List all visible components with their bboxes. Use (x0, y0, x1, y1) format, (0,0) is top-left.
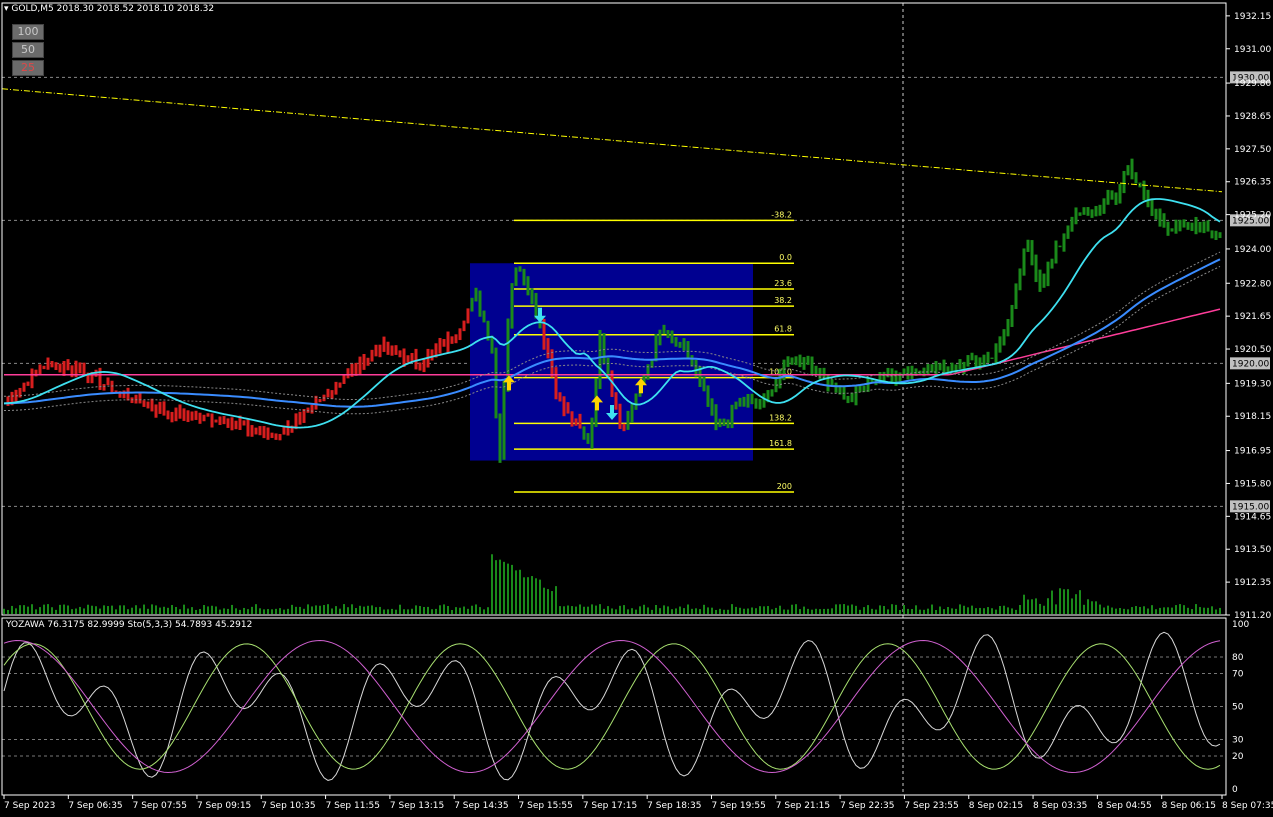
price-chart[interactable]: -38.20.023.638.261.8100.0138.2161.8200 1… (0, 0, 1273, 817)
lot-buttons: 100 50 25 (12, 24, 44, 76)
time-tick-label: 7 Sep 11:55 (326, 801, 380, 811)
time-tick-label: 7 Sep 14:35 (454, 801, 508, 811)
time-tick-label: 8 Sep 06:15 (1162, 801, 1216, 811)
stochastic-signal-line (3, 643, 1221, 770)
time-tick-label: 8 Sep 03:35 (1033, 801, 1087, 811)
lot-50-button[interactable]: 50 (12, 42, 44, 58)
lot-25-button[interactable]: 25 (12, 60, 44, 76)
fib-label: 0.0 (779, 253, 792, 262)
fib-label: 200 (777, 482, 792, 491)
stochastic-main-line (3, 631, 1221, 781)
price-tick-label: 1918.15 (1234, 412, 1271, 422)
price-tick-label: 1914.65 (1234, 512, 1271, 522)
osc-level-label: 80 (1232, 653, 1244, 663)
price-tick-label: 1916.95 (1234, 447, 1271, 457)
price-tick-label: 1929.80 (1234, 79, 1271, 89)
oscillator-pane: 100 80 70 50 30 20 0 (2, 620, 1249, 795)
time-tick-label: 7 Sep 07:55 (133, 801, 187, 811)
time-tick-label: 7 Sep 06:35 (68, 801, 122, 811)
fib-label: 61.8 (774, 325, 792, 334)
price-tick-label: 1925.20 (1234, 211, 1271, 221)
price-level-label: 1920.00 (1232, 359, 1269, 369)
fib-label: 138.2 (769, 413, 792, 422)
time-tick-label: 7 Sep 23:55 (904, 801, 958, 811)
time-tick-label: 7 Sep 15:55 (519, 801, 573, 811)
time-tick-label: 7 Sep 10:35 (261, 801, 315, 811)
time-tick-label: 7 Sep 18:35 (647, 801, 701, 811)
price-tick-label: 1926.35 (1234, 178, 1271, 188)
time-tick-label: 7 Sep 21:15 (776, 801, 830, 811)
time-tick-label: 7 Sep 2023 (4, 801, 55, 811)
time-tick-label: 7 Sep 22:35 (840, 801, 894, 811)
fib-label: 38.2 (774, 296, 792, 305)
osc-level-label: 100 (1232, 620, 1249, 630)
symbol-label: GOLD,M5 (11, 4, 54, 14)
time-tick-label: 7 Sep 13:15 (390, 801, 444, 811)
dropdown-icon[interactable]: ▾ (4, 4, 9, 14)
price-tick-label: 1921.65 (1234, 312, 1271, 322)
osc-level-label: 70 (1232, 670, 1244, 680)
osc-level-label: 30 (1232, 736, 1244, 746)
fib-label: -38.2 (771, 210, 792, 219)
time-tick-label: 8 Sep 04:55 (1097, 801, 1151, 811)
osc-level-label: 20 (1232, 752, 1244, 762)
price-tick-label: 1932.15 (1234, 12, 1271, 22)
price-tick-label: 1915.80 (1234, 479, 1271, 489)
time-tick-label: 7 Sep 19:55 (711, 801, 765, 811)
price-tick-label: 1919.30 (1234, 379, 1271, 389)
time-tick-label: 8 Sep 02:15 (969, 801, 1023, 811)
time-tick-label: 8 Sep 07:35 (1222, 801, 1273, 811)
indicator-label: YOZAWA 76.3175 82.9999 Sto(5,3,3) 54.789… (6, 620, 253, 630)
chart-header: ▾ GOLD,M5 2018.30 2018.52 2018.10 2018.3… (4, 4, 214, 14)
trend-line (1, 88, 1223, 193)
price-tick-label: 1928.65 (1234, 112, 1271, 122)
price-tick-label: 1912.35 (1234, 578, 1271, 588)
price-tick-label: 1922.80 (1234, 279, 1271, 289)
yozawa-line (3, 639, 1221, 774)
price-tick-label: 1927.50 (1234, 145, 1271, 155)
lot-100-button[interactable]: 100 (12, 24, 44, 40)
price-tick-label: 1924.00 (1234, 245, 1271, 255)
osc-level-label: 0 (1232, 785, 1238, 795)
price-tick-label: 1913.50 (1234, 545, 1271, 555)
fib-label: 23.6 (774, 279, 792, 288)
time-tick-label: 7 Sep 17:15 (583, 801, 637, 811)
price-tick-label: 1920.50 (1234, 345, 1271, 355)
fib-label: 161.8 (769, 439, 792, 448)
price-tick-label: 1931.00 (1234, 45, 1271, 55)
time-tick-label: 7 Sep 09:15 (197, 801, 251, 811)
osc-level-label: 50 (1232, 703, 1244, 713)
ohlc-values: 2018.30 2018.52 2018.10 2018.32 (56, 4, 215, 14)
volume-bars (3, 554, 1221, 614)
price-level-label: 1915.00 (1232, 502, 1269, 512)
price-tick-label: 1911.20 (1234, 611, 1271, 621)
